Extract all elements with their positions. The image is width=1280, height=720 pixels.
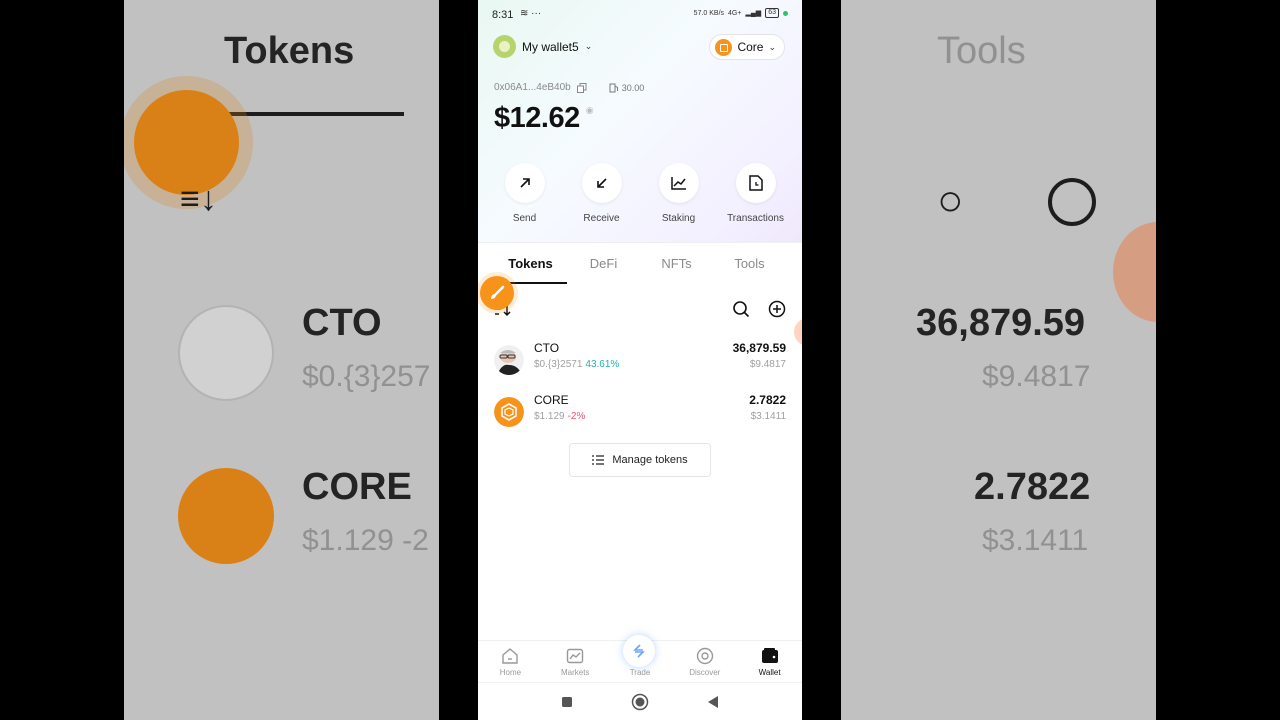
nav-wallet-label: Wallet (758, 668, 781, 677)
brush-icon (491, 285, 505, 299)
token-symbol: CTO (534, 341, 560, 355)
tab-tools[interactable]: Tools (713, 250, 786, 284)
tab-nfts[interactable]: NFTs (640, 250, 713, 284)
section-divider (478, 242, 802, 243)
wallet-selector[interactable]: My wallet5 ⌄ (493, 35, 592, 58)
token-row-cto[interactable]: CTO $0.{3}2571 43.61% 36,879.59 $9.4817 (494, 341, 786, 381)
nav-trade-label: Trade (629, 668, 651, 677)
arrow-up-right-icon (504, 163, 545, 203)
token-amount: 36,879.59 (732, 341, 786, 355)
chevron-down-icon: ⌄ (584, 41, 593, 51)
token-price-line: $1.129 -2% (534, 411, 585, 422)
signal-icon: ▂▄▆ (745, 10, 762, 17)
token-row-core[interactable]: CORE $1.129 -2% 2.7822 $3.1411 (494, 393, 786, 433)
token-symbol: CORE (534, 393, 569, 407)
send-button[interactable]: Send (487, 163, 563, 224)
gas-indicator: 30.00 (609, 82, 645, 93)
recents-icon[interactable] (561, 696, 573, 708)
home-circle-icon[interactable] (631, 693, 649, 711)
staking-button[interactable]: Staking (641, 163, 717, 224)
chevron-down-icon: ⌄ (768, 41, 776, 52)
tab-defi[interactable]: DeFi (567, 250, 640, 284)
manage-tokens-label: Manage tokens (612, 454, 688, 466)
bg-dim-overlay (124, 0, 439, 720)
token-value: $3.1411 (750, 411, 786, 422)
core-chain-icon (715, 38, 733, 56)
system-navigation-bar (478, 682, 802, 720)
document-clock-icon (735, 163, 776, 203)
add-token-icon[interactable] (768, 300, 786, 318)
chart-icon (658, 163, 699, 203)
chain-name: Core (737, 40, 764, 54)
chain-selector[interactable]: Core ⌄ (709, 34, 785, 60)
receive-label: Receive (583, 213, 620, 224)
discover-icon (696, 647, 713, 665)
address-row: 0x06A1...4eB40b 30.00 (494, 82, 644, 93)
token-price: $0.{3}2571 (534, 359, 583, 370)
gas-pump-icon (609, 83, 618, 92)
search-icon[interactable] (732, 300, 750, 318)
send-label: Send (512, 213, 537, 224)
transactions-button[interactable]: Transactions (718, 163, 794, 224)
home-icon (502, 648, 519, 664)
nav-home-label: Home (499, 668, 522, 677)
manage-tokens-button[interactable]: Manage tokens (569, 443, 711, 477)
copy-icon[interactable] (576, 82, 587, 93)
eye-icon[interactable]: ◉ (586, 105, 594, 116)
status-time: 8:31 (492, 9, 514, 21)
arrow-down-left-icon (581, 163, 622, 203)
token-change: -2% (567, 411, 586, 422)
balance-row: $12.62 ◉ (494, 102, 594, 135)
status-icons: 57.0 KB/s 4G+ ▂▄▆ 63 (694, 8, 788, 18)
net-speed: 57.0 KB/s (693, 9, 725, 17)
gas-value: 30.00 (621, 82, 645, 93)
bg-dim-overlay (841, 0, 1156, 720)
list-icon (592, 455, 605, 465)
nav-markets-label: Markets (560, 668, 590, 677)
nav-discover[interactable]: Discover (672, 641, 737, 682)
core-token-logo (494, 397, 524, 427)
wallet-name: My wallet5 (522, 39, 579, 54)
wallet-icon (761, 648, 778, 663)
staking-label: Staking (661, 213, 696, 224)
transactions-label: Transactions (727, 213, 784, 224)
cto-token-logo (494, 345, 524, 375)
screen: Tokens ≡↓ CTO $0.{3}257 CORE $1.129 -2 T… (0, 0, 1280, 720)
trade-icon[interactable] (623, 635, 655, 667)
nav-discover-label: Discover (689, 668, 721, 677)
nav-home[interactable]: Home (478, 641, 543, 682)
background-right-panel: Tools ○ 36,879.59 $9.4817 2.7822 $3.1411 (841, 0, 1156, 720)
token-price: $1.129 (534, 411, 565, 422)
nav-wallet[interactable]: Wallet (737, 641, 802, 682)
floating-brush-button[interactable] (480, 276, 514, 310)
quick-actions: Send Receive Staking Transactions (478, 163, 802, 224)
markets-icon (566, 648, 584, 664)
receive-button[interactable]: Receive (564, 163, 640, 224)
wallet-address: 0x06A1...4eB40b (494, 82, 571, 93)
token-price-line: $0.{3}2571 43.61% (534, 359, 619, 370)
battery-icon: 63 (765, 8, 779, 18)
layers-icon: ≋ ··· (520, 8, 542, 19)
nav-markets[interactable]: Markets (543, 641, 608, 682)
wallet-avatar (493, 35, 516, 58)
phone-screen: 8:31 ≋ ··· 57.0 KB/s 4G+ ▂▄▆ 63 My walle… (478, 0, 802, 720)
status-bar: 8:31 ≋ ··· 57.0 KB/s 4G+ ▂▄▆ 63 (478, 0, 802, 28)
token-change: 43.61% (585, 359, 620, 370)
asset-tabs: Tokens DeFi NFTs Tools (494, 250, 786, 284)
token-amount: 2.7822 (749, 393, 786, 407)
token-value: $9.4817 (749, 359, 786, 370)
back-icon[interactable] (707, 695, 719, 709)
token-toolbar (494, 298, 786, 322)
privacy-dot-icon (783, 10, 788, 16)
total-balance: $12.62 (494, 102, 580, 134)
network-type: 4G+ (728, 9, 742, 17)
edge-handle[interactable] (794, 318, 802, 346)
background-left-panel: Tokens ≡↓ CTO $0.{3}257 CORE $1.129 -2 (124, 0, 439, 720)
